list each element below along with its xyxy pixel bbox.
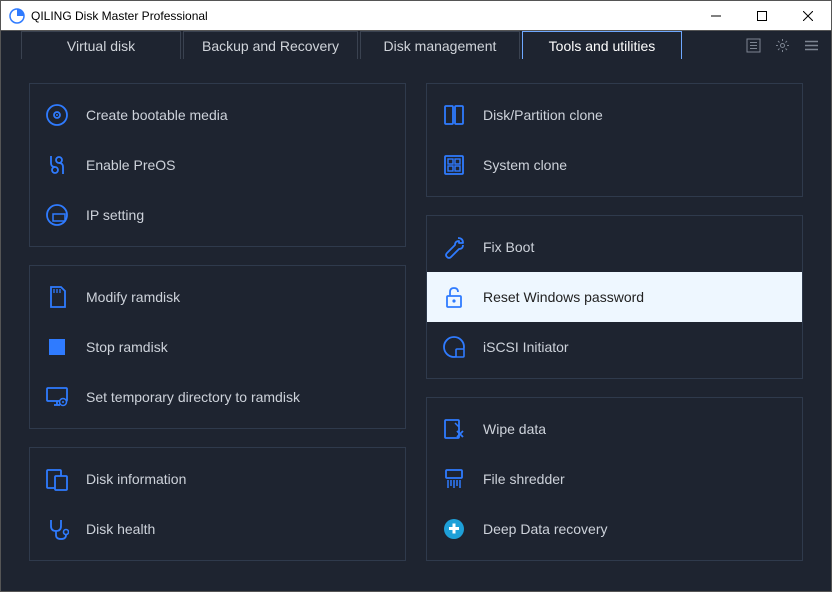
left-column: Create bootable media Enable PreOS IP se… (29, 83, 406, 567)
item-label: Disk information (86, 471, 186, 487)
item-ip-setting[interactable]: IP setting (30, 190, 405, 240)
disc-icon (44, 102, 70, 128)
item-set-temp-dir-ramdisk[interactable]: Set temporary directory to ramdisk (30, 372, 405, 422)
panel-wipe: Wipe data File shredder Deep Data recove… (426, 397, 803, 561)
item-label: iSCSI Initiator (483, 339, 569, 355)
item-label: Disk/Partition clone (483, 107, 603, 123)
right-column: Disk/Partition clone System clone Fix Bo… (426, 83, 803, 567)
item-stop-ramdisk[interactable]: Stop ramdisk (30, 322, 405, 372)
item-wipe-data[interactable]: Wipe data (427, 404, 802, 454)
app-window: QILING Disk Master Professional Virtual … (0, 0, 832, 592)
preos-icon (44, 152, 70, 178)
tab-bar: Virtual disk Backup and Recovery Disk ma… (1, 31, 831, 59)
item-enable-preos[interactable]: Enable PreOS (30, 140, 405, 190)
toolbar-icons (746, 31, 825, 59)
item-label: Deep Data recovery (483, 521, 608, 537)
item-label: File shredder (483, 471, 565, 487)
monitor-gear-icon (44, 384, 70, 410)
close-button[interactable] (785, 1, 831, 30)
wrench-icon (441, 234, 467, 260)
disk-info-icon (44, 466, 70, 492)
main-content: Create bootable media Enable PreOS IP se… (1, 59, 831, 591)
panel-ramdisk: Modify ramdisk Stop ramdisk Set temporar… (29, 265, 406, 429)
shredder-icon (441, 466, 467, 492)
tab-virtual-disk[interactable]: Virtual disk (21, 31, 181, 59)
panel-diskinfo: Disk information Disk health (29, 447, 406, 561)
tab-label: Backup and Recovery (202, 38, 339, 54)
item-modify-ramdisk[interactable]: Modify ramdisk (30, 272, 405, 322)
minimize-button[interactable] (693, 1, 739, 30)
item-disk-partition-clone[interactable]: Disk/Partition clone (427, 90, 802, 140)
item-label: Wipe data (483, 421, 546, 437)
system-clone-icon (441, 152, 467, 178)
item-label: System clone (483, 157, 567, 173)
log-icon[interactable] (746, 38, 761, 53)
app-logo-icon (9, 8, 25, 24)
window-controls (693, 1, 831, 30)
tab-label: Tools and utilities (549, 38, 656, 54)
item-iscsi-initiator[interactable]: iSCSI Initiator (427, 322, 802, 372)
item-label: IP setting (86, 207, 144, 223)
window-title: QILING Disk Master Professional (31, 9, 693, 23)
item-label: Enable PreOS (86, 157, 176, 173)
tab-tools-utilities[interactable]: Tools and utilities (522, 31, 682, 59)
recovery-icon (441, 516, 467, 542)
stop-icon (44, 334, 70, 360)
item-disk-health[interactable]: Disk health (30, 504, 405, 554)
panel-fixboot: Fix Boot Reset Windows password iSCSI In… (426, 215, 803, 379)
partition-clone-icon (441, 102, 467, 128)
eraser-icon (441, 416, 467, 442)
item-file-shredder[interactable]: File shredder (427, 454, 802, 504)
item-label: Set temporary directory to ramdisk (86, 389, 300, 405)
tab-label: Virtual disk (67, 38, 135, 54)
item-label: Disk health (86, 521, 155, 537)
ip-icon (44, 202, 70, 228)
item-fix-boot[interactable]: Fix Boot (427, 222, 802, 272)
panel-clone: Disk/Partition clone System clone (426, 83, 803, 197)
titlebar: QILING Disk Master Professional (1, 1, 831, 31)
item-label: Reset Windows password (483, 289, 644, 305)
settings-icon[interactable] (775, 38, 790, 53)
maximize-button[interactable] (739, 1, 785, 30)
item-label: Modify ramdisk (86, 289, 180, 305)
item-label: Stop ramdisk (86, 339, 168, 355)
tab-disk-management[interactable]: Disk management (360, 31, 520, 59)
unlock-icon (441, 284, 467, 310)
panel-bootable: Create bootable media Enable PreOS IP se… (29, 83, 406, 247)
stethoscope-icon (44, 516, 70, 542)
item-label: Create bootable media (86, 107, 228, 123)
tab-backup-recovery[interactable]: Backup and Recovery (183, 31, 358, 59)
item-create-bootable-media[interactable]: Create bootable media (30, 90, 405, 140)
item-disk-information[interactable]: Disk information (30, 454, 405, 504)
item-reset-windows-password[interactable]: Reset Windows password (427, 272, 802, 322)
iscsi-icon (441, 334, 467, 360)
menu-icon[interactable] (804, 38, 819, 53)
item-system-clone[interactable]: System clone (427, 140, 802, 190)
item-deep-data-recovery[interactable]: Deep Data recovery (427, 504, 802, 554)
tab-label: Disk management (384, 38, 497, 54)
sdcard-icon (44, 284, 70, 310)
item-label: Fix Boot (483, 239, 534, 255)
